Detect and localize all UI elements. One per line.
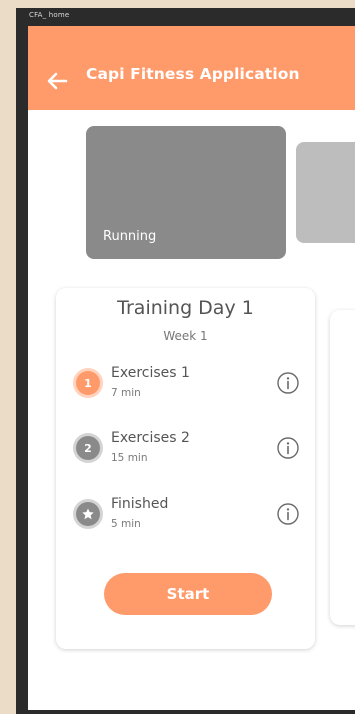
- step-badge-2: 2: [76, 436, 100, 460]
- device-frame: CFA_ home Capi Fitness Application Runni…: [16, 8, 355, 714]
- app-title: Capi Fitness Application: [86, 65, 300, 83]
- info-icon[interactable]: [276, 502, 300, 526]
- carousel-card-running[interactable]: Running: [86, 126, 286, 259]
- start-button[interactable]: Start: [104, 573, 272, 615]
- step-row-exercises-1[interactable]: 1 Exercises 1 7 min: [56, 365, 315, 405]
- step-duration: 7 min: [111, 387, 141, 399]
- star-icon: [82, 508, 94, 520]
- step-badge-finished: [76, 502, 100, 526]
- info-icon[interactable]: [276, 371, 300, 395]
- info-icon[interactable]: [276, 436, 300, 460]
- step-row-finished[interactable]: Finished 5 min: [56, 496, 315, 536]
- app-screen: Capi Fitness Application Running Trainin…: [28, 26, 355, 710]
- step-badge-1: 1: [76, 371, 100, 395]
- step-title: Finished: [111, 496, 169, 512]
- training-title: Training Day 1: [117, 297, 254, 319]
- step-title: Exercises 2: [111, 430, 190, 446]
- carousel-card-next[interactable]: [296, 142, 355, 243]
- app-bar: Capi Fitness Application: [28, 26, 355, 110]
- step-title: Exercises 1: [111, 365, 190, 381]
- training-card-next[interactable]: [330, 310, 355, 625]
- training-week: Week 1: [163, 329, 208, 343]
- arrow-left-icon[interactable]: [44, 68, 70, 94]
- step-duration: 5 min: [111, 518, 141, 530]
- step-row-exercises-2[interactable]: 2 Exercises 2 15 min: [56, 430, 315, 470]
- training-card: Training Day 1 Week 1 1 Exercises 1 7 mi…: [56, 288, 315, 649]
- window-title: CFA_ home: [29, 11, 70, 19]
- carousel-card-label: Running: [103, 229, 157, 244]
- step-duration: 15 min: [111, 452, 148, 464]
